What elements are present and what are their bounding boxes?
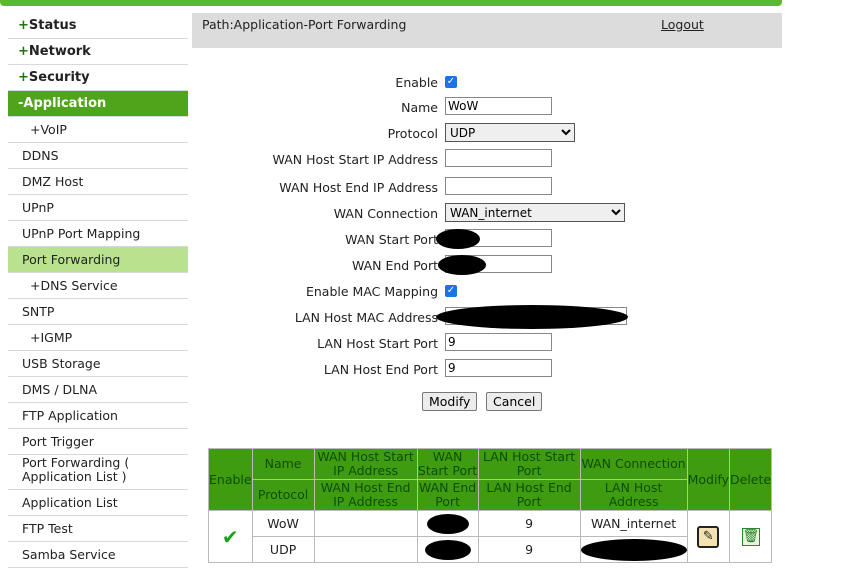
sidebar-item-ftp-application[interactable]: FTP Application [8, 403, 188, 429]
wan-connection-select[interactable]: WAN_internet [445, 203, 625, 222]
sidebar-item-port-forwarding[interactable]: Port Forwarding [8, 247, 188, 273]
sidebar-item-upnp[interactable]: UPnP [8, 195, 188, 221]
sidebar-item-igmp[interactable]: +IGMP [8, 325, 188, 351]
wan-start-port-label: WAN Start Port [345, 232, 438, 247]
sidebar-item-voip[interactable]: +VoIP [8, 117, 188, 143]
modify-icon[interactable]: ✎ [686, 510, 731, 563]
redaction [436, 305, 628, 329]
wan-end-port-label: WAN End Port [351, 258, 438, 273]
col-modify: Modify [686, 448, 731, 511]
header: Path:Application-Port Forwarding Logout [192, 13, 782, 48]
wan-end-ip-input[interactable] [445, 177, 552, 195]
cell-wan-start-ip [313, 510, 418, 537]
col-delete: Delete [728, 448, 773, 511]
mac-mapping-label: Enable MAC Mapping [305, 284, 438, 299]
wan-start-ip-input[interactable] [445, 149, 552, 167]
modify-button[interactable]: Modify [422, 392, 478, 411]
enable-label: Enable [395, 75, 438, 90]
redaction [436, 229, 480, 249]
enable-checkbox[interactable]: ✓ [445, 76, 457, 88]
name-input[interactable] [445, 97, 552, 115]
redaction [424, 539, 471, 560]
redaction [580, 538, 687, 561]
sidebar-item-sntp[interactable]: SNTP [8, 299, 188, 325]
port-forwarding-table: Enable Name WAN Host Start IP Address WA… [208, 448, 773, 563]
col-protocol: Protocol [251, 479, 315, 511]
sidebar-item-dmz-host[interactable]: DMZ Host [8, 169, 188, 195]
mac-mapping-checkbox[interactable]: ✓ [445, 285, 457, 297]
col-wan-start-ip: WAN Host Start IP Address [313, 448, 418, 480]
col-wan-start-port: WAN Start Port [416, 448, 479, 480]
col-wan-end-port: WAN End Port [416, 479, 479, 511]
cell-name: WoW [251, 510, 315, 537]
enabled-check-icon: ✔ [208, 510, 253, 563]
cell-lan-start: 9 [477, 510, 581, 537]
sidebar-item-ftp-test[interactable]: FTP Test [8, 516, 188, 542]
col-wan-end-ip: WAN Host End IP Address [313, 479, 418, 511]
name-label: Name [401, 100, 438, 115]
cell-wan-start-port [416, 510, 479, 537]
cell-lan-addr [579, 536, 688, 563]
sidebar-item-network[interactable]: +Network [8, 39, 188, 65]
label: Security [28, 70, 90, 85]
sidebar-item-ddns[interactable]: DDNS [8, 143, 188, 169]
cancel-button[interactable]: Cancel [486, 392, 543, 411]
sidebar: +Status +Network +Security -Application … [8, 13, 188, 568]
sidebar-item-upnp-port-mapping[interactable]: UPnP Port Mapping [8, 221, 188, 247]
col-name: Name [251, 448, 315, 480]
lan-mac-label: LAN Host MAC Address [294, 310, 438, 325]
sidebar-item-application-list[interactable]: Application List [8, 490, 188, 516]
col-wan-conn: WAN Connection [579, 448, 688, 480]
sidebar-item-port-forwarding-app-list[interactable]: Port Forwarding ( Application List ) [8, 455, 188, 490]
logout-link[interactable]: Logout [661, 17, 704, 32]
wan-start-ip-label: WAN Host Start IP Address [272, 152, 438, 167]
sidebar-item-dns-service[interactable]: +DNS Service [8, 273, 188, 299]
cell-wan-conn: WAN_internet [579, 510, 688, 537]
wan-end-ip-label: WAN Host End IP Address [279, 180, 438, 195]
wan-connection-label: WAN Connection [333, 206, 438, 221]
sidebar-item-samba-service[interactable]: Samba Service [8, 542, 188, 568]
col-enable: Enable [208, 448, 253, 511]
lan-end-port-label: LAN Host End Port [323, 362, 438, 377]
redaction [438, 255, 486, 275]
col-lan-addr: LAN Host Address [579, 479, 688, 511]
cell-wan-end-port [416, 536, 479, 563]
lan-start-port-input[interactable] [445, 333, 552, 351]
label: Status [28, 18, 77, 33]
cell-protocol: UDP [251, 536, 315, 563]
cell-lan-end: 9 [477, 536, 581, 563]
breadcrumb: Path:Application-Port Forwarding [202, 17, 407, 32]
sidebar-item-usb-storage[interactable]: USB Storage [8, 351, 188, 377]
delete-icon[interactable]: 🗑 [728, 510, 773, 563]
protocol-label: Protocol [387, 126, 438, 141]
redaction [426, 513, 469, 534]
sidebar-item-status[interactable]: +Status [8, 13, 188, 39]
col-lan-start: LAN Host Start Port [477, 448, 581, 480]
cell-wan-end-ip [313, 536, 418, 563]
lan-end-port-input[interactable] [445, 359, 552, 377]
sidebar-item-port-trigger[interactable]: Port Trigger [8, 429, 188, 455]
col-lan-end: LAN Host End Port [477, 479, 581, 511]
sidebar-item-application[interactable]: -Application [8, 91, 188, 117]
lan-start-port-label: LAN Host Start Port [317, 336, 438, 351]
sidebar-item-security[interactable]: +Security [8, 65, 188, 91]
table-row: ✔ WoW 9 WAN_internet ✎ 🗑 [208, 510, 773, 563]
top-banner [0, 0, 782, 6]
label: Network [28, 44, 91, 59]
sidebar-item-dms-dlna[interactable]: DMS / DLNA [8, 377, 188, 403]
protocol-select[interactable]: UDP [445, 123, 575, 142]
